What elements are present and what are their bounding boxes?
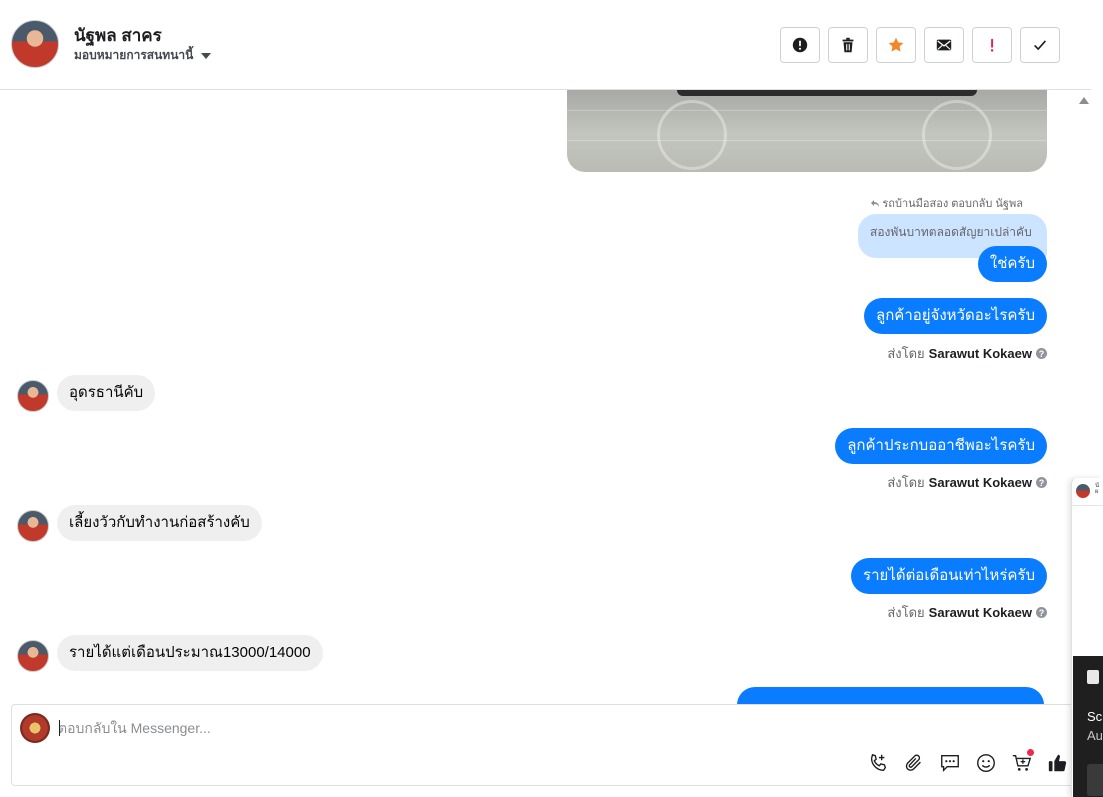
- scroll-up-arrow[interactable]: [1079, 97, 1089, 104]
- conversation-toolbar: [780, 27, 1060, 63]
- screenshot-app-icon: [1087, 670, 1099, 684]
- alert-circle-icon: [792, 37, 808, 53]
- contact-avatar[interactable]: [11, 20, 59, 68]
- notification-title: Sc: [1087, 709, 1103, 724]
- add-call-icon: [870, 753, 887, 772]
- reply-context: รถบ้านมือสอง ตอบกลับ นัฐพล: [870, 194, 1023, 212]
- page-avatar: [20, 713, 50, 743]
- conversation-header: นัฐพล สาคร มอบหมายการสนทนานี้: [0, 0, 1091, 90]
- flag-button[interactable]: [972, 27, 1012, 63]
- inbox-app: นัฐพล สาคร มอบหมายการสนทนานี้ รถบ้านมือส…: [0, 0, 1091, 797]
- assign-label: มอบหมายการสนทนานี้: [74, 48, 194, 62]
- emoji-button[interactable]: [974, 751, 998, 775]
- exclamation-icon: [990, 38, 994, 52]
- reply-composer: [11, 704, 1075, 786]
- outgoing-message[interactable]: ลูกค้าประกบออาชีพอะไรครับ: [835, 428, 1047, 464]
- emoji-icon: [977, 754, 995, 772]
- outgoing-message[interactable]: ลูกค้าอยู่จังหวัดอะไรครับ: [864, 298, 1047, 334]
- chat-popup-header[interactable]: นั ผ: [1072, 478, 1103, 506]
- notification-subtitle: Au: [1087, 728, 1103, 743]
- shop-button[interactable]: [1010, 749, 1034, 775]
- contact-name[interactable]: นัฐพล สาคร: [74, 22, 162, 49]
- help-icon[interactable]: ?: [1036, 607, 1047, 618]
- saved-replies-icon: [941, 754, 959, 772]
- notification-dot: [1027, 749, 1034, 756]
- outgoing-message[interactable]: ใช่ครับ: [977, 246, 1047, 282]
- chat-popup-title: นั ผ: [1095, 483, 1100, 495]
- shared-photo[interactable]: [567, 90, 1047, 172]
- sender-name: Sarawut Kokaew: [928, 475, 1032, 490]
- assign-conversation-dropdown[interactable]: มอบหมายการสนทนานี้: [74, 46, 212, 65]
- contact-avatar-small[interactable]: [17, 510, 49, 542]
- contact-avatar-small[interactable]: [17, 380, 49, 412]
- star-icon: [888, 37, 904, 52]
- like-button[interactable]: [1046, 751, 1070, 775]
- mark-done-button[interactable]: [1020, 27, 1060, 63]
- chat-popup-avatar: [1076, 484, 1090, 498]
- help-icon[interactable]: ?: [1036, 348, 1047, 359]
- sent-by-label: ส่งโดย Sarawut Kokaew ?: [887, 602, 1047, 623]
- star-button[interactable]: [876, 27, 916, 63]
- outgoing-message[interactable]: รายได้ต่อเดือนเท่าไหร่ครับ: [851, 558, 1047, 594]
- sent-by-label: ส่งโดย Sarawut Kokaew ?: [887, 472, 1047, 493]
- help-icon[interactable]: ?: [1036, 477, 1047, 488]
- reply-context-label: รถบ้านมือสอง ตอบกลับ นัฐพล: [882, 198, 1023, 210]
- contact-avatar-small[interactable]: [17, 640, 49, 672]
- incoming-message[interactable]: อุดรธานีคับ: [57, 375, 156, 411]
- photo-content: [657, 100, 727, 170]
- caret-down-icon: [201, 52, 212, 59]
- trash-icon: [842, 37, 854, 53]
- text-cursor: [59, 720, 60, 736]
- envelope-icon: [936, 39, 952, 51]
- saved-replies-button[interactable]: [938, 751, 962, 775]
- mark-unread-button[interactable]: [924, 27, 964, 63]
- notification-action-button[interactable]: [1087, 764, 1103, 796]
- composer-tools: [866, 749, 1070, 775]
- add-call-button[interactable]: [866, 751, 890, 775]
- sender-name: Sarawut Kokaew: [928, 605, 1032, 620]
- incoming-message[interactable]: รายได้แต่เดือนประมาณ13000/14000: [57, 635, 323, 671]
- check-icon: [1034, 40, 1047, 51]
- sent-by-label: ส่งโดย Sarawut Kokaew ?: [887, 343, 1047, 364]
- incoming-message[interactable]: เลี้ยงวัวกับทำงานก่อสร้างคับ: [57, 505, 262, 541]
- outgoing-message-partial[interactable]: [737, 687, 1044, 704]
- message-thread[interactable]: รถบ้านมือสอง ตอบกลับ นัฐพล สองพันบาทตลอด…: [0, 90, 1091, 704]
- mark-spam-button[interactable]: [780, 27, 820, 63]
- thumbs-up-icon: [1048, 754, 1067, 772]
- delete-button[interactable]: [828, 27, 868, 63]
- attach-file-button[interactable]: [902, 751, 926, 775]
- reply-arrow-icon: [871, 200, 880, 207]
- paperclip-icon: [905, 754, 921, 771]
- system-notification[interactable]: Sc Au: [1073, 656, 1103, 797]
- sender-name: Sarawut Kokaew: [928, 346, 1032, 361]
- reply-input[interactable]: [58, 717, 858, 739]
